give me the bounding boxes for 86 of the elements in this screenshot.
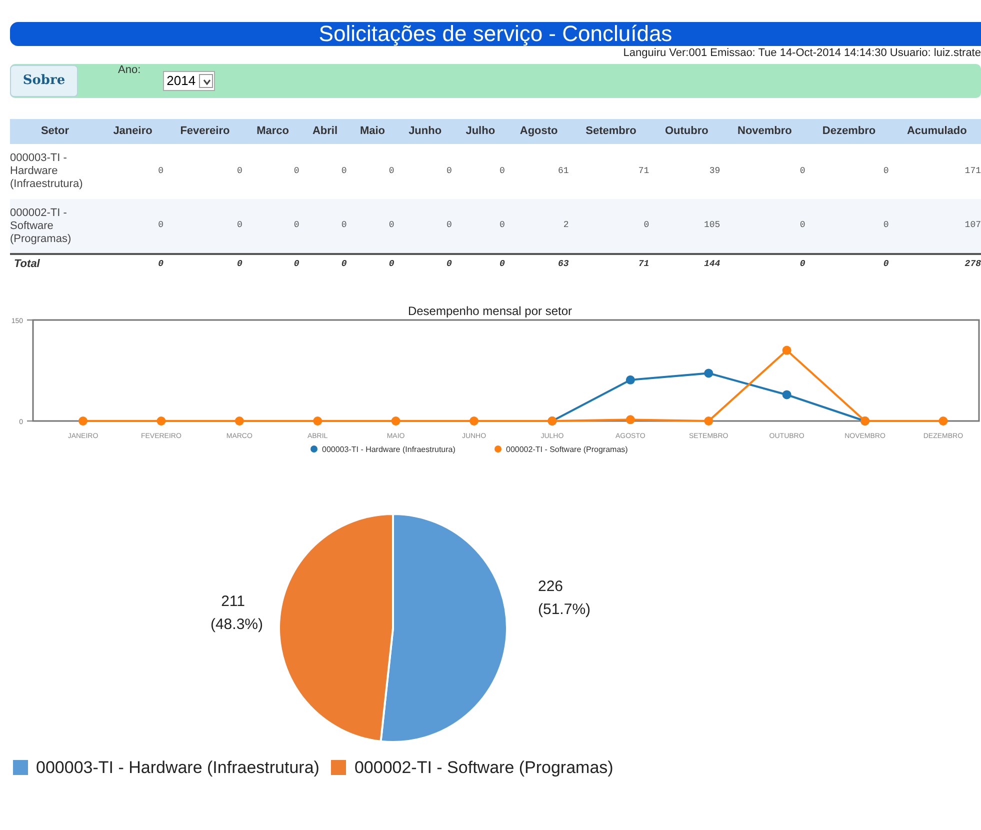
table-cell: 0 [348, 199, 396, 254]
legend-swatch [331, 760, 346, 776]
table-cell: 0 [348, 144, 396, 199]
total-cell: 0 [348, 254, 396, 274]
table-cell: 61 [506, 144, 571, 199]
column-header: Maio [348, 119, 396, 144]
legend-label: 000003-TI - Hardware (Infraestrutura) [322, 445, 456, 454]
sector-cell: 000003-TI - Hardware (Infraestrutura) [10, 144, 100, 199]
table-cell: 0 [396, 144, 454, 199]
table-cell: 0 [244, 199, 302, 254]
slice-value: 211 [221, 593, 245, 610]
table-cell: 0 [722, 199, 808, 254]
table-cell: 0 [301, 199, 349, 254]
table-cell: 0 [301, 144, 349, 199]
total-cell: 278 [890, 254, 981, 274]
table-cell: 0 [100, 199, 166, 254]
data-point [234, 416, 244, 426]
table-cell: 0 [807, 199, 891, 254]
chart-title: Desempenho mensal por setor [408, 304, 572, 318]
slice-value: 226 [538, 578, 564, 595]
total-cell: 0 [244, 254, 302, 274]
total-label: Total [10, 254, 100, 274]
legend-label: 000002-TI - Software (Programas) [506, 445, 628, 454]
total-cell: 0 [166, 254, 244, 274]
table-cell: 0 [166, 144, 244, 199]
table-cell: 39 [651, 144, 722, 199]
table-cell: 0 [396, 199, 454, 254]
total-cell: 63 [506, 254, 571, 274]
data-point [704, 368, 714, 378]
table-cell: 105 [651, 199, 722, 254]
table-cell: 0 [166, 199, 244, 254]
table-cell: 0 [722, 144, 808, 199]
column-header: Marco [244, 119, 302, 144]
table-cell: 71 [570, 144, 652, 199]
data-point [470, 416, 478, 426]
data-point [704, 416, 714, 426]
table-cell: 0 [454, 144, 507, 199]
total-cell: 0 [396, 254, 454, 274]
column-header: Janeiro [100, 119, 166, 144]
table-cell: 0 [570, 199, 652, 254]
data-point [782, 390, 792, 400]
column-header: Acumulado [890, 119, 981, 144]
column-header: Dezembro [807, 119, 891, 144]
total-cell: 0 [301, 254, 349, 274]
total-cell: 0 [807, 254, 891, 274]
page-title: Solicitações de serviço - Concluídas [10, 22, 981, 46]
table-cell: 2 [506, 199, 571, 254]
data-point [626, 375, 635, 384]
column-header: Junho [396, 119, 454, 144]
data-point [938, 416, 948, 426]
data-point [313, 416, 322, 426]
table-cell: 107 [890, 199, 981, 254]
column-header: Abril [301, 119, 349, 144]
data-point [626, 415, 635, 424]
legend-label: 000002-TI - Software (Programas) [354, 757, 614, 779]
table-cell: 0 [807, 144, 891, 199]
data-point [782, 346, 792, 355]
column-header: Fevereiro [166, 119, 244, 144]
about-button[interactable]: Sobre [10, 65, 78, 97]
column-header: Setor [10, 119, 100, 144]
column-header: Novembro [722, 119, 808, 144]
column-header: Julho [454, 119, 507, 144]
year-select[interactable]: 2014 [162, 71, 215, 91]
total-cell: 0 [454, 254, 507, 274]
total-cell: 0 [722, 254, 808, 274]
table-cell: 0 [244, 144, 302, 199]
legend-swatch [13, 760, 28, 776]
column-header: Outubro [651, 119, 722, 144]
slice-percent: (48.3%) [210, 616, 263, 633]
column-header: Agosto [506, 119, 571, 144]
data-point [156, 416, 166, 426]
total-cell: 71 [570, 254, 652, 274]
report-info: Languiru Ver:001 Emissao: Tue 14-Oct-2014 14:14:30 Usuario: luiz.strate [622, 47, 981, 60]
total-cell: 0 [100, 254, 166, 274]
legend-label: 000003-TI - Hardware (Infraestrutura) [36, 757, 320, 779]
total-cell: 144 [651, 254, 722, 274]
caret-icon [198, 74, 213, 88]
column-header: Setembro [570, 119, 652, 144]
slice-percent: (51.7%) [538, 601, 591, 618]
table-cell: 0 [454, 199, 507, 254]
table-cell: 171 [890, 144, 981, 199]
data-point [78, 416, 88, 426]
table-cell: 0 [100, 144, 166, 199]
data-point [391, 416, 400, 426]
year-label: Ano: [118, 63, 141, 78]
sector-cell: 000002-TI - Software (Programas) [10, 199, 100, 254]
